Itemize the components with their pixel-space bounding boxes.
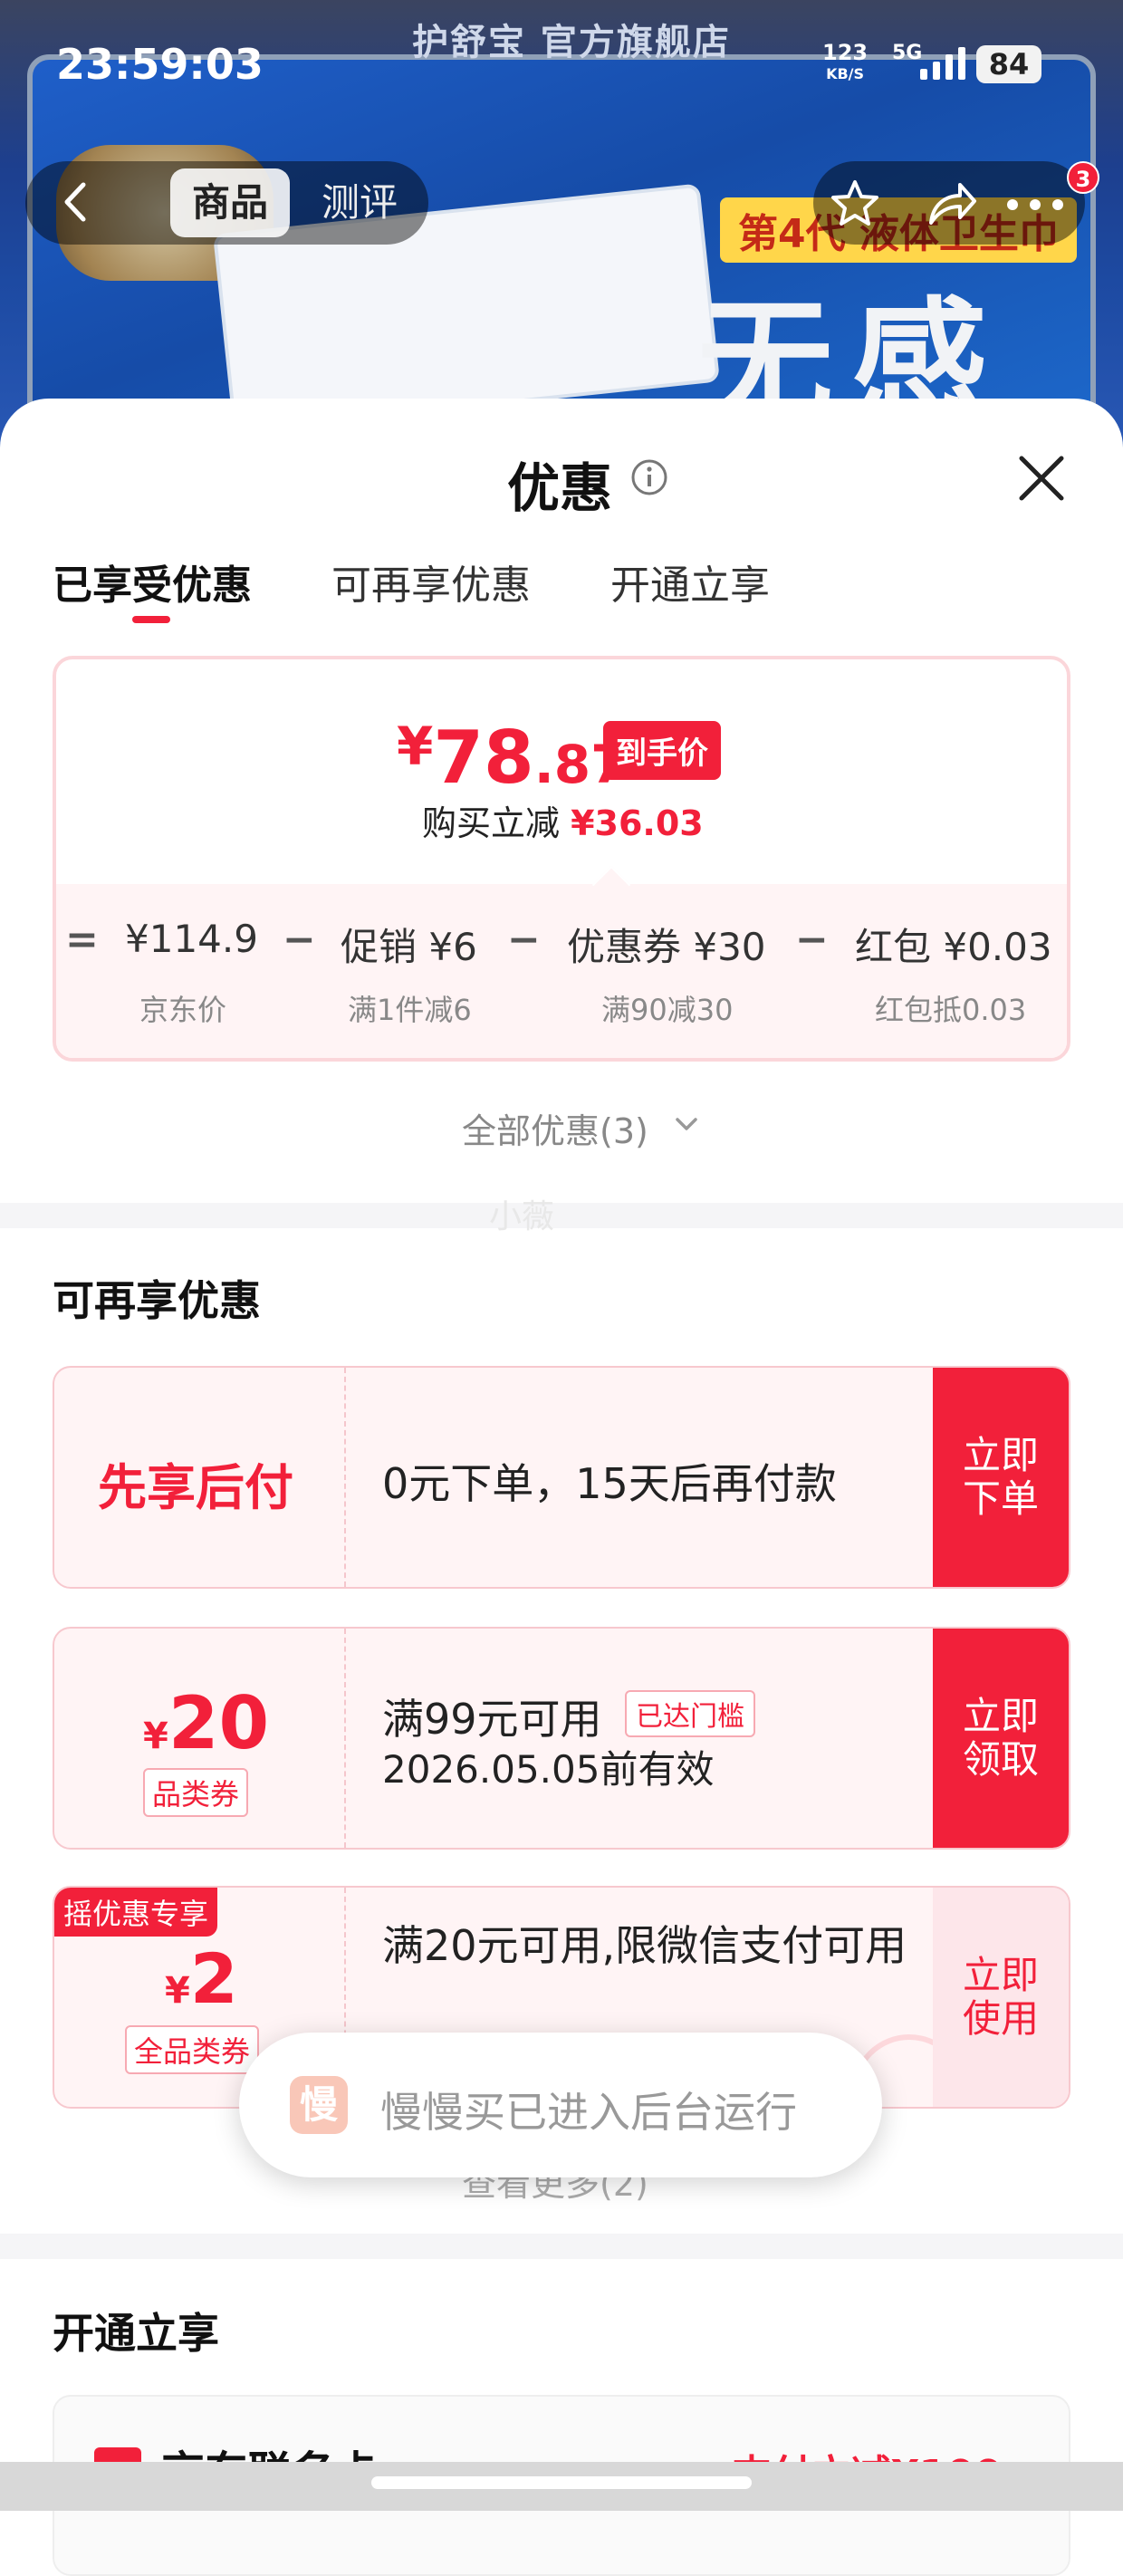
sheet-title: 优惠 [507,457,613,519]
back-arrow-icon[interactable] [54,179,100,225]
coupon-value: ¥2 [165,1938,238,2019]
promo-label: 满1件减6 [348,993,472,1027]
tab-open-enjoy[interactable]: 开通立享 [610,553,770,610]
coupon-expiry: 2026.05.05前有效 [382,1747,715,1792]
open-enjoy-title: 开通立享 [53,2309,219,2358]
tab-goods[interactable]: 商品 [170,168,290,237]
redpacket-label: 红包抵0.03 [875,993,1027,1027]
promo-amount: 促销 ¥6 [341,925,477,969]
equals-sign: = [65,917,99,963]
tab-enjoyed-offers[interactable]: 已享受优惠 [53,553,252,610]
info-icon[interactable] [630,458,668,496]
claim-now-button[interactable]: 立即 领取 [933,1629,1069,1848]
coupon-divider [344,1368,346,1587]
pay-later-offer: 先享后付 0元下单，15天后再付款 立即 下单 [53,1366,1070,1589]
coupon-value: ¥20 [143,1681,269,1765]
watermark: 小薇 [489,1198,555,1235]
home-indicator[interactable] [371,2476,752,2489]
jd-price-label: 京东价 [139,993,227,1027]
currency-symbol: ¥ [165,1970,190,2012]
coupon-type: 品类券 [143,1768,249,1817]
notification-badge: 3 [1067,161,1099,194]
currency-symbol: ¥ [143,1716,168,1757]
pay-later-title: 先享后付 [98,1459,293,1516]
final-price: ¥78.87 [397,716,627,800]
net-speed: 123 KB/S [822,42,868,85]
currency-symbol: ¥ [397,716,434,777]
section-divider [0,2234,1123,2259]
order-now-button[interactable]: 立即 下单 [933,1368,1069,1587]
coupon-amount: 优惠券 ¥30 [567,925,766,969]
jd-price: ¥114.9 [125,917,258,961]
minus-sign: − [283,917,316,963]
pay-later-desc: 0元下单，15天后再付款 [382,1459,837,1508]
battery-icon: 84 [976,45,1041,83]
use-now-label: 立即 使用 [962,1953,1039,2041]
chevron-down-icon[interactable] [672,1112,701,1136]
background-run-toast: 慢 慢慢买已进入后台运行 [239,2033,882,2177]
coupon-left: 先享后付 [54,1368,344,1587]
use-now-button[interactable]: 立即 使用 [933,1888,1069,2107]
minus-sign: − [795,917,829,963]
exclusive-flag: 摇优惠专享 [54,1888,218,1937]
coupon-condition: 满99元可用 [382,1695,602,1744]
app-icon: 慢 [290,2076,348,2134]
more-offers-title: 可再享优惠 [53,1276,261,1325]
coupon-amount: 2 [189,1938,238,2019]
tab-active-indicator [132,616,170,623]
discount-label: 购买立减 [422,803,561,843]
coupon-type: 全品类券 [125,2025,260,2074]
toast-message: 慢慢买已进入后台运行 [380,2088,797,2137]
net-speed-value: 123 [822,40,869,65]
status-bar: 23:59:03 123 KB/S 5G 84 [0,0,1123,127]
price-integer: 78 [433,716,534,800]
share-icon[interactable] [924,178,978,230]
tab-more-offers[interactable]: 可再享优惠 [331,553,531,610]
order-now-label: 立即 下单 [962,1433,1039,1521]
section-divider [0,1203,1123,1228]
coupon-label: 满90减30 [601,993,734,1027]
price-breakdown-area [56,884,1067,1058]
category-coupon: ¥20 品类券 满99元可用 已达门槛 2026.05.05前有效 立即 领取 [53,1627,1070,1850]
signal-icon [920,47,965,80]
redpacket-amount: 红包 ¥0.03 [855,925,1052,969]
close-icon[interactable] [1014,451,1069,505]
coupon-condition: 满20元可用,限微信支付可用 [382,1921,907,1970]
threshold-reached-badge: 已达门槛 [625,1690,755,1737]
purchase-discount: 购买立减 ¥36.03 [422,795,704,845]
coupon-left: ¥20 品类券 [54,1629,344,1848]
net-speed-unit: KB/S [826,65,865,82]
minus-sign: − [507,917,541,963]
all-offers-link[interactable]: 全部优惠(3) [462,1103,648,1153]
star-icon[interactable] [829,178,881,230]
more-icon[interactable] [1005,197,1065,212]
clock: 23:59:03 [56,40,264,89]
final-price-tag: 到手价 [603,721,721,780]
coupon-amount: 20 [168,1681,270,1765]
discount-amount: ¥36.03 [571,803,704,843]
claim-now-label: 立即 领取 [962,1694,1039,1782]
tab-review[interactable]: 测评 [322,168,398,237]
coupon-divider [344,1629,346,1848]
network-type: 5G [892,42,923,64]
